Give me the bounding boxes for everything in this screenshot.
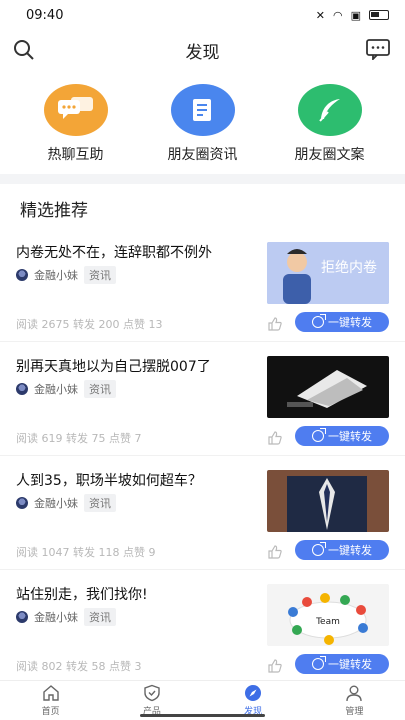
article-tag: 资讯 [84, 266, 116, 284]
article-stats: 阅读 619 转发 75 点赞 7 [16, 432, 142, 445]
share-label: 一键转发 [328, 658, 372, 671]
tab-products[interactable]: 产品 [112, 684, 192, 717]
quick-item-label: 朋友圈资讯 [167, 147, 238, 163]
mute-icon: ✕ [315, 8, 325, 22]
top-bar: 发现 [0, 30, 405, 70]
share-icon [312, 314, 326, 328]
article-thumbnail[interactable]: Team [267, 584, 389, 646]
chat-bubbles-icon [43, 84, 108, 136]
article-tag: 资讯 [84, 608, 116, 626]
article-tag: 资讯 [84, 380, 116, 398]
home-icon [42, 685, 59, 701]
share-label: 一键转发 [328, 430, 372, 443]
article-card[interactable]: 内卷无处不在，连辞职都不例外 金融小妹 资讯 拒绝内卷 阅读 2675 转发 2… [0, 228, 405, 342]
share-button[interactable]: 一键转发 [295, 540, 389, 560]
article-card[interactable]: 站住别走，我们找你! 金融小妹 资讯 Team 阅读 802 转发 58 点赞 … [0, 570, 405, 684]
message-icon[interactable] [365, 38, 391, 60]
tab-manage[interactable]: 管理 [314, 684, 394, 717]
quick-item-moments-news[interactable]: 朋友圈资讯 [143, 70, 263, 164]
article-stats: 阅读 2675 转发 200 点赞 13 [16, 318, 163, 331]
avatar [16, 611, 28, 623]
tab-label: 管理 [345, 707, 364, 717]
quick-entries: 热聊互助 朋友圈资讯 朋友圈文案 [0, 70, 405, 174]
battery-icon [369, 10, 389, 20]
section-title: 精选推荐 [20, 201, 88, 221]
article-thumbnail[interactable] [267, 470, 389, 532]
avatar [16, 383, 28, 395]
status-icons: ✕ ◠ ▣ [316, 9, 389, 22]
article-author: 金融小妹 [34, 611, 78, 624]
article-title[interactable]: 别再天真地以为自己摆脱007了 [16, 356, 256, 376]
tab-discover[interactable]: 发现 [213, 684, 293, 717]
article-meta: 金融小妹 资讯 [16, 266, 116, 284]
wifi-icon: ◠ [332, 8, 343, 22]
share-button[interactable]: 一键转发 [295, 426, 389, 446]
quick-item-label: 朋友圈文案 [294, 147, 365, 163]
article-author: 金融小妹 [34, 497, 78, 510]
article-meta: 金融小妹 资讯 [16, 608, 116, 626]
thumbnail-caption: 拒绝内卷 [321, 260, 377, 276]
shield-icon [144, 684, 160, 702]
share-button[interactable]: 一键转发 [295, 654, 389, 674]
tab-label: 首页 [41, 707, 60, 717]
article-author: 金融小妹 [34, 383, 78, 396]
quick-item-label: 热聊互助 [47, 147, 104, 163]
tab-home[interactable]: 首页 [11, 684, 91, 717]
thumbs-up-icon[interactable] [267, 430, 283, 446]
thumbnail-caption: Team [315, 617, 340, 627]
share-icon [312, 542, 326, 556]
feather-icon [297, 84, 362, 136]
status-bar: 09:40 ✕ ◠ ▣ [0, 0, 405, 30]
article-stats: 阅读 1047 转发 118 点赞 9 [16, 546, 156, 559]
status-time: 09:40 [26, 7, 64, 23]
article-tag: 资讯 [84, 494, 116, 512]
avatar [16, 497, 28, 509]
article-stats: 阅读 802 转发 58 点赞 3 [16, 660, 142, 673]
article-author: 金融小妹 [34, 269, 78, 282]
home-indicator[interactable] [140, 714, 265, 717]
share-label: 一键转发 [328, 316, 372, 329]
user-icon [346, 685, 363, 702]
article-thumbnail[interactable] [267, 356, 389, 418]
thumbs-up-icon[interactable] [267, 544, 283, 560]
article-meta: 金融小妹 资讯 [16, 380, 116, 398]
sim-icon: ▣ [350, 8, 361, 22]
article-title[interactable]: 内卷无处不在，连辞职都不例外 [16, 242, 256, 262]
article-thumbnail[interactable]: 拒绝内卷 [267, 242, 389, 304]
avatar [16, 269, 28, 281]
recommended-section: 精选推荐 内卷无处不在，连辞职都不例外 金融小妹 资讯 拒绝内卷 阅读 2675… [0, 184, 405, 684]
article-title[interactable]: 人到35，职场半坡如何超车？ [16, 470, 256, 490]
thumbs-up-icon[interactable] [267, 658, 283, 674]
article-title[interactable]: 站住别走，我们找你! [16, 584, 256, 604]
compass-icon [245, 685, 262, 701]
search-icon[interactable] [12, 38, 36, 62]
share-icon [312, 656, 326, 670]
quick-item-moments-copy[interactable]: 朋友圈文案 [270, 70, 390, 164]
page-title: 发现 [185, 42, 220, 63]
article-card[interactable]: 人到35，职场半坡如何超车？ 金融小妹 资讯 阅读 1047 转发 118 点赞… [0, 456, 405, 570]
quick-item-hot-chat[interactable]: 热聊互助 [16, 70, 136, 164]
article-card[interactable]: 别再天真地以为自己摆脱007了 金融小妹 资讯 阅读 619 转发 75 点赞 … [0, 342, 405, 456]
document-icon [170, 84, 235, 136]
share-icon [312, 428, 326, 442]
share-label: 一键转发 [328, 544, 372, 557]
share-button[interactable]: 一键转发 [295, 312, 389, 332]
thumbs-up-icon[interactable] [267, 316, 283, 332]
article-meta: 金融小妹 资讯 [16, 494, 116, 512]
